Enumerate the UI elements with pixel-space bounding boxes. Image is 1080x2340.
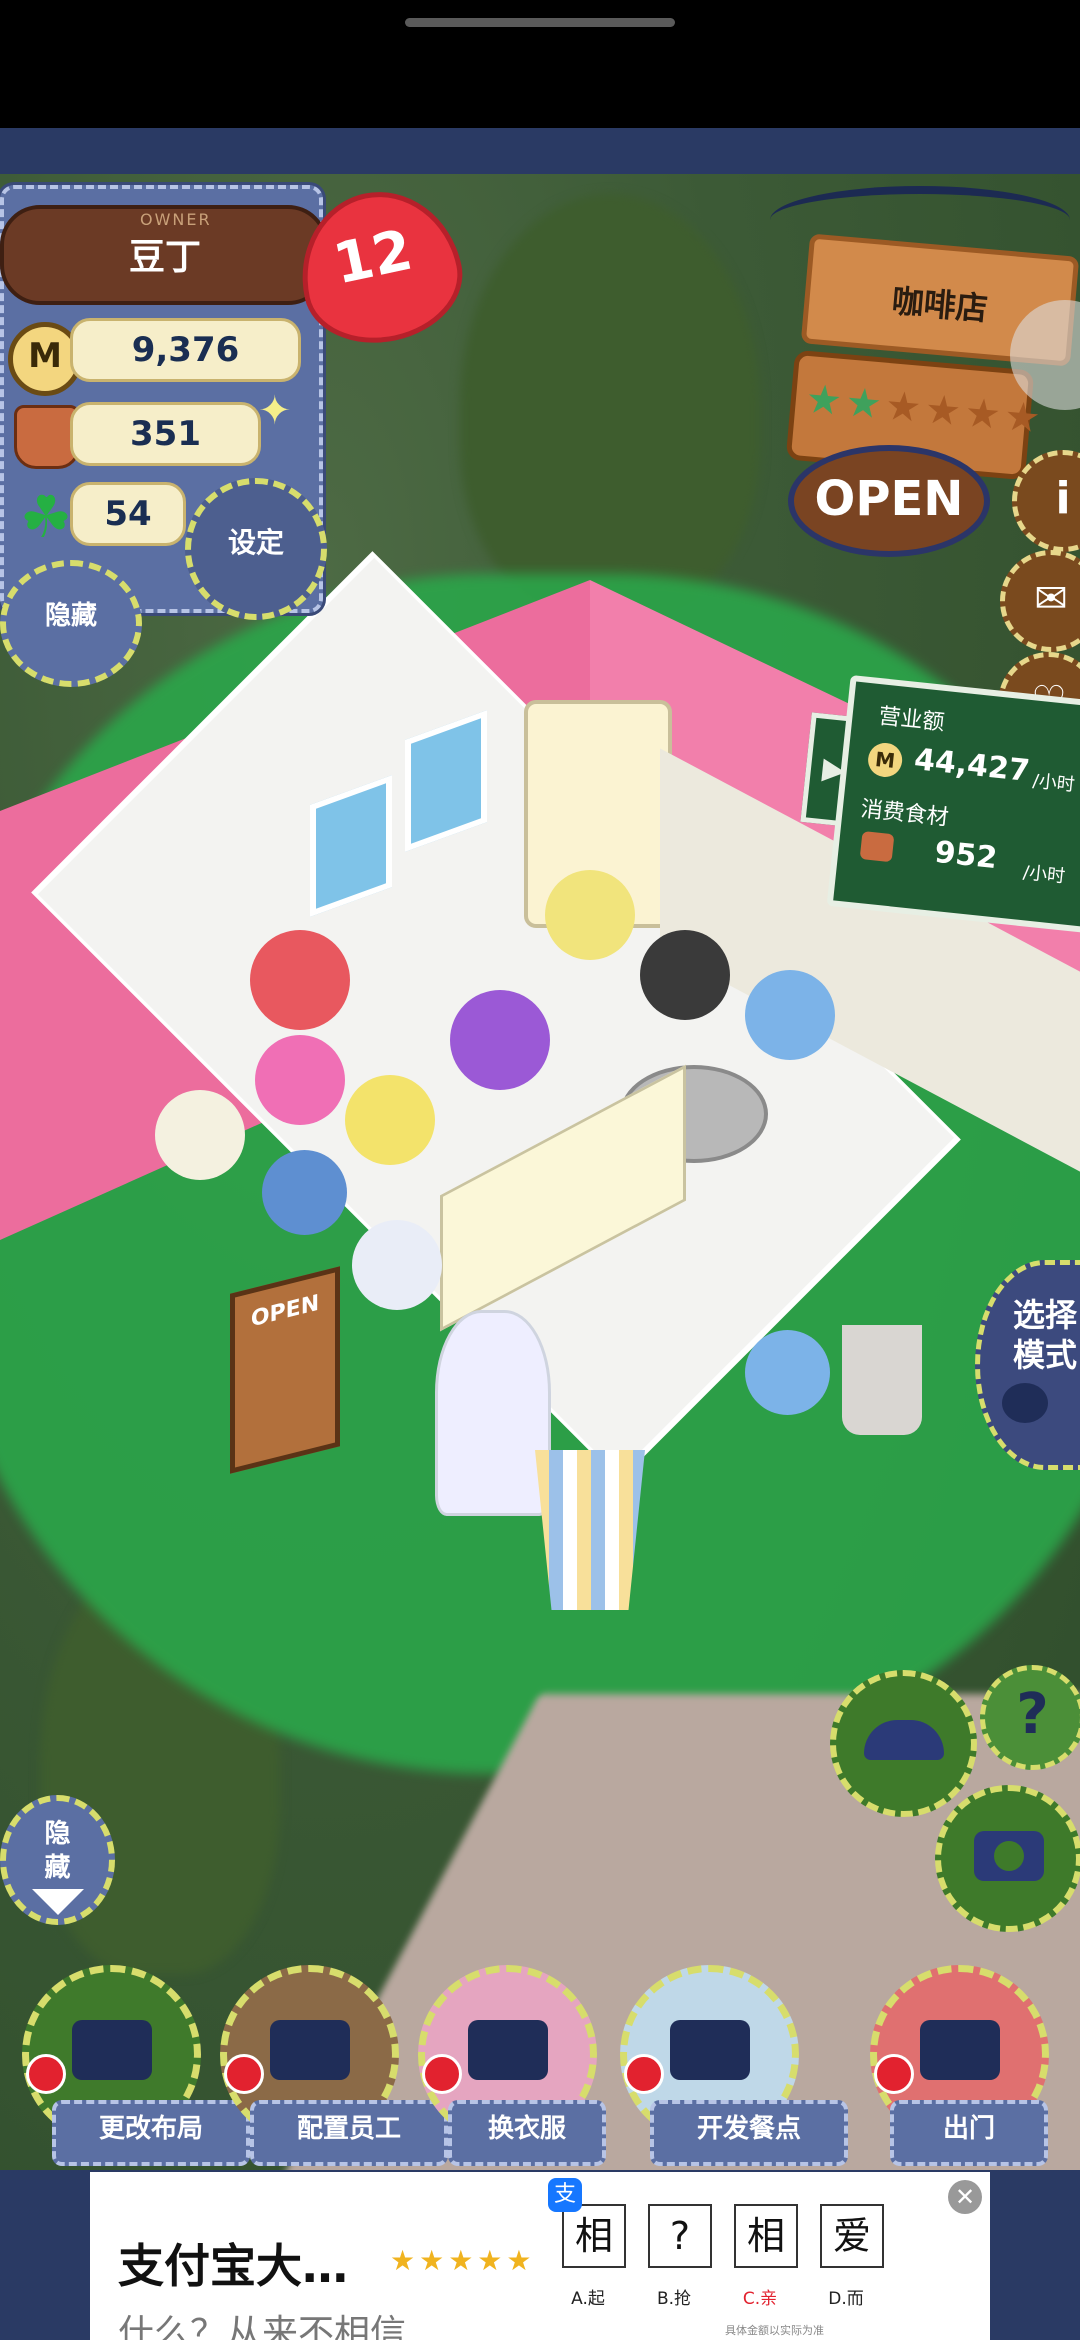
ad-option[interactable]: B.抢 bbox=[634, 2284, 714, 2309]
shop-open-sign-text: OPEN bbox=[250, 1290, 320, 1333]
bear-icon bbox=[269, 2020, 350, 2080]
select-mode-label: 选择 模式 bbox=[1012, 1296, 1077, 1374]
ad-option[interactable]: C.亲 bbox=[720, 2284, 800, 2309]
revenue-label: 营业额 bbox=[877, 704, 946, 736]
ad-subtitle: 什么？从来不相信 bbox=[118, 2313, 407, 2340]
bear-character[interactable] bbox=[352, 1220, 442, 1310]
clover-icon: ☘ bbox=[20, 483, 72, 551]
coin-icon: M bbox=[866, 741, 904, 779]
clover-value: 54 bbox=[70, 482, 186, 546]
owner-label: OWNER bbox=[140, 210, 212, 229]
door-icon bbox=[919, 2020, 1000, 2080]
action-label: 开发餐点 bbox=[650, 2100, 848, 2166]
settings-button[interactable]: 设定 bbox=[185, 478, 327, 620]
background-tree bbox=[460, 194, 760, 614]
water-dispenser[interactable] bbox=[435, 1310, 551, 1516]
bear-character[interactable] bbox=[640, 930, 730, 1020]
table-icon bbox=[71, 2020, 152, 2080]
food-cost-value: 952 bbox=[932, 834, 999, 877]
ad-char-box[interactable]: 相 bbox=[734, 2204, 798, 2268]
ad-char-box[interactable]: 爱 bbox=[820, 2204, 884, 2268]
camera-button[interactable] bbox=[935, 1785, 1080, 1932]
alipay-logo-icon: 支 bbox=[548, 2178, 582, 2212]
hide-ui-button[interactable]: 隐藏 bbox=[0, 560, 142, 687]
camera-icon bbox=[973, 1831, 1044, 1881]
top-star-border bbox=[0, 128, 1080, 178]
income-board[interactable]: 营业额 M 44,427 /小时 消费食材 952 /小时 bbox=[826, 674, 1080, 934]
ad-option[interactable]: D.而 bbox=[806, 2284, 886, 2309]
revenue-unit: /小时 bbox=[1031, 770, 1076, 796]
home-indicator[interactable] bbox=[405, 18, 675, 27]
action-label: 更改布局 bbox=[52, 2100, 250, 2166]
drink-cup-decoration[interactable] bbox=[535, 1450, 645, 1610]
action-label: 出门 bbox=[890, 2100, 1048, 2166]
arrow-down-icon bbox=[31, 1889, 84, 1915]
ad-char-box[interactable]: ? bbox=[648, 2204, 712, 2268]
food-cost-unit: /小时 bbox=[1022, 862, 1067, 888]
bunny-character[interactable] bbox=[745, 970, 835, 1060]
notification-pin-icon bbox=[26, 2054, 66, 2094]
bear-character[interactable] bbox=[450, 990, 550, 1090]
owner-name: 豆丁 bbox=[128, 237, 201, 278]
revenue-value: 44,427 bbox=[912, 742, 1032, 790]
bear-character[interactable] bbox=[262, 1150, 347, 1235]
bear-character[interactable] bbox=[250, 930, 350, 1030]
bear-character[interactable] bbox=[155, 1090, 245, 1180]
notification-pin-icon bbox=[224, 2054, 264, 2094]
action-label: 换衣服 bbox=[448, 2100, 606, 2166]
shop-open-sign[interactable]: OPEN bbox=[230, 1266, 340, 1474]
bunny-character[interactable] bbox=[745, 1330, 830, 1415]
bear-character[interactable] bbox=[255, 1035, 345, 1125]
help-button[interactable]: ? bbox=[980, 1665, 1080, 1770]
notification-pin-icon bbox=[874, 2054, 914, 2094]
food-basket-icon bbox=[859, 831, 895, 863]
star-empty-icon: ★ bbox=[962, 389, 1003, 439]
ad-rating-stars: ★★★★★ bbox=[390, 2244, 536, 2277]
shirt-icon bbox=[467, 2020, 548, 2080]
star-filled-icon: ★ bbox=[843, 379, 884, 429]
bear-icon bbox=[1002, 1383, 1048, 1423]
advertisement-banner[interactable]: 支付宝大… ★★★★★ 什么？从来不相信 相? 相爱 A.起 B.抢 C.亲 D.而 支… bbox=[90, 2172, 990, 2340]
coins-value: 9,376 bbox=[70, 318, 301, 382]
ad-close-button[interactable]: ✕ bbox=[948, 2180, 982, 2214]
bear-character[interactable] bbox=[345, 1075, 435, 1165]
ad-disclaimer: 具体金额以实际为准 bbox=[725, 2324, 824, 2337]
notification-pin-icon bbox=[624, 2054, 664, 2094]
star-empty-icon: ★ bbox=[883, 382, 924, 432]
hat-icon bbox=[863, 1720, 944, 1760]
hat-button[interactable] bbox=[830, 1670, 977, 1817]
trash-can[interactable] bbox=[842, 1325, 922, 1435]
notification-pin-icon bbox=[422, 2054, 462, 2094]
hide-bottom-label: 隐 藏 bbox=[44, 1819, 71, 1883]
book-icon: ✉ bbox=[1034, 576, 1068, 622]
ad-char-box[interactable]: 相 bbox=[562, 2204, 626, 2268]
food-value: 351 bbox=[70, 402, 261, 466]
star-empty-icon: ★ bbox=[923, 386, 963, 436]
bear-character[interactable] bbox=[545, 870, 635, 960]
knife-icon bbox=[669, 2020, 750, 2080]
action-label: 配置员工 bbox=[250, 2100, 448, 2166]
ad-title: 支付宝大… bbox=[118, 2239, 348, 2293]
hide-bottom-button[interactable]: 隐 藏 bbox=[0, 1795, 115, 1925]
star-filled-icon: ★ bbox=[804, 375, 844, 425]
food-cost-label: 消费食材 bbox=[859, 796, 950, 831]
ad-option[interactable]: A.起 bbox=[548, 2284, 628, 2309]
open-status-badge[interactable]: OPEN bbox=[788, 445, 990, 557]
ad-quiz-panel[interactable]: 相? 相爱 A.起 B.抢 C.亲 D.而 bbox=[542, 2172, 990, 2340]
sparkle-icon: ✦ bbox=[258, 388, 292, 434]
